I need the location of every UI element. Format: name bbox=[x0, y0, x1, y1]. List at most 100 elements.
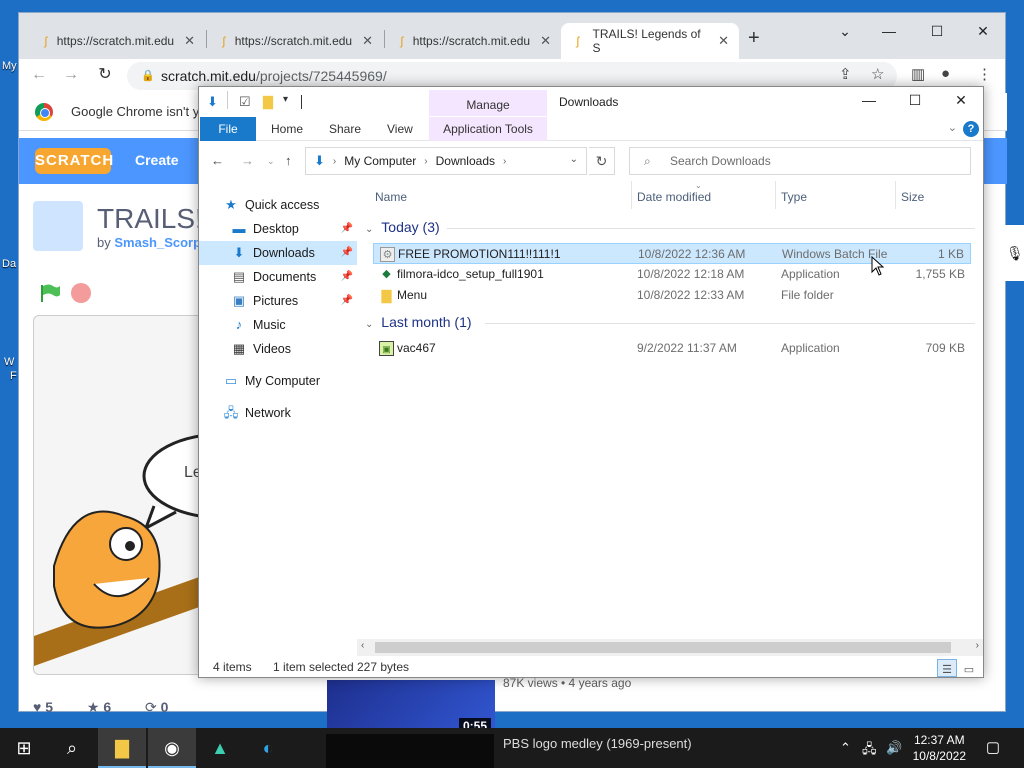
minimize-button[interactable]: — bbox=[857, 92, 881, 108]
pin-icon[interactable]: 📌 bbox=[341, 217, 353, 241]
reload-button[interactable]: ↻ bbox=[95, 65, 115, 85]
lock-icon[interactable]: 🔒 bbox=[141, 62, 155, 90]
forward-button[interactable]: → bbox=[61, 65, 81, 85]
desktop-label[interactable]: W bbox=[4, 356, 14, 368]
download-arrow-icon[interactable]: ⬇ bbox=[207, 94, 218, 110]
notification-icon[interactable]: ▢ bbox=[986, 738, 1000, 756]
new-tab-button[interactable]: + bbox=[748, 27, 760, 50]
green-flag-icon[interactable] bbox=[39, 283, 61, 303]
edge-icon[interactable]: ◐ bbox=[244, 728, 292, 768]
close-tab-icon[interactable]: ✕ bbox=[362, 33, 373, 49]
close-window-button[interactable]: ✕ bbox=[949, 92, 973, 109]
scratch-logo[interactable]: SCRATCH bbox=[35, 148, 113, 174]
address-dropdown-icon[interactable]: ⌄ bbox=[570, 154, 578, 165]
nav-desktop[interactable]: ▬ Desktop 📌 bbox=[199, 217, 357, 241]
browser-tab[interactable]: ʃ https://scratch.mit.edu ✕ bbox=[389, 23, 561, 59]
large-icons-view-icon[interactable]: ▭ bbox=[959, 659, 979, 677]
tab-view[interactable]: View bbox=[379, 117, 421, 141]
browser-tab-active[interactable]: ʃ TRAILS! Legends of S ✕ bbox=[561, 23, 739, 59]
side-panel-icon[interactable]: ▥ bbox=[911, 65, 925, 83]
help-icon[interactable]: ? bbox=[963, 121, 979, 137]
group-header[interactable]: ⌄ Last month (1) bbox=[365, 314, 472, 330]
volume-icon[interactable]: 🔊 bbox=[886, 740, 902, 756]
new-folder-icon[interactable]: ▇ bbox=[263, 94, 273, 110]
desktop-label[interactable]: F bbox=[10, 370, 17, 382]
pin-icon[interactable]: 📌 bbox=[341, 241, 353, 265]
collapse-chevron-icon[interactable]: ⌄ bbox=[365, 319, 373, 330]
column-size[interactable]: Size bbox=[901, 190, 924, 204]
nav-my-computer[interactable]: ▭ My Computer bbox=[199, 369, 357, 393]
project-thumbnail[interactable] bbox=[33, 201, 83, 251]
desktop-label[interactable]: Da bbox=[2, 258, 16, 270]
breadcrumb-item[interactable]: My Computer bbox=[344, 154, 416, 168]
bookmark-star-icon[interactable]: ☆ bbox=[871, 65, 884, 83]
desktop-label[interactable]: My bbox=[2, 60, 17, 72]
file-row[interactable]: ▇ Menu 10/8/2022 12:33 AM File folder bbox=[373, 285, 971, 306]
start-windows-icon[interactable]: ⊞ bbox=[0, 728, 48, 768]
video-title[interactable]: PBS logo medley (1969-present) bbox=[503, 736, 692, 751]
breadcrumb[interactable]: ⬇ › My Computer › Downloads › ⌄ bbox=[305, 147, 587, 175]
close-tab-icon[interactable]: ✕ bbox=[184, 33, 195, 49]
microphone-icon[interactable]: 🎙 bbox=[1006, 245, 1024, 262]
nav-network[interactable]: 🖧 Network bbox=[199, 401, 357, 425]
tab-file[interactable]: File bbox=[200, 117, 256, 141]
refresh-button[interactable]: ↻ bbox=[589, 147, 615, 175]
nav-music[interactable]: ♪ Music bbox=[199, 313, 357, 337]
author-link[interactable]: Smash_Scorp bbox=[114, 235, 201, 250]
network-tray-icon[interactable]: 🖧 bbox=[862, 740, 877, 762]
search-input[interactable]: ⌕ Search Downloads bbox=[629, 147, 971, 175]
tab-share[interactable]: Share bbox=[321, 117, 369, 141]
file-explorer-icon[interactable]: ▇ bbox=[98, 728, 146, 768]
column-date-modified[interactable]: Date modified bbox=[637, 190, 711, 204]
tab-application-tools[interactable]: Application Tools bbox=[429, 117, 547, 141]
browser-tab[interactable]: ʃ https://scratch.mit.edu ✕ bbox=[211, 23, 383, 59]
breadcrumb-item[interactable]: Downloads bbox=[436, 154, 495, 168]
collapse-chevron-icon[interactable]: ⌄ bbox=[365, 224, 373, 235]
video-thumbnail[interactable] bbox=[326, 734, 494, 768]
column-type[interactable]: Type bbox=[781, 190, 807, 204]
scrollbar-thumb[interactable] bbox=[375, 642, 951, 653]
stop-sign-icon[interactable] bbox=[71, 283, 91, 303]
details-view-icon[interactable]: ☰ bbox=[937, 659, 957, 677]
customize-qat-icon[interactable]: ▾ bbox=[283, 94, 288, 105]
nav-videos[interactable]: ▦ Videos bbox=[199, 337, 357, 361]
show-hidden-icons[interactable]: ⌃ bbox=[840, 740, 851, 756]
browser-tab[interactable]: ʃ https://scratch.mit.edu ✕ bbox=[33, 23, 205, 59]
close-window-button[interactable]: ✕ bbox=[971, 19, 995, 43]
profile-avatar-icon[interactable]: ● bbox=[941, 65, 950, 82]
nav-downloads[interactable]: ⬇ Downloads 📌 bbox=[199, 241, 357, 265]
back-arrow-icon[interactable]: ← bbox=[211, 153, 224, 168]
pin-icon[interactable]: 📌 bbox=[341, 265, 353, 289]
nav-pictures[interactable]: ▣ Pictures 📌 bbox=[199, 289, 357, 313]
share-icon[interactable]: ⇪ bbox=[839, 65, 852, 83]
favorite-count[interactable]: ★ 6 bbox=[87, 699, 111, 715]
maximize-button[interactable]: ☐ bbox=[903, 92, 927, 109]
up-arrow-icon[interactable]: ↑ bbox=[285, 153, 292, 168]
file-row[interactable]: ▣ vac467 9/2/2022 11:37 AM Application 7… bbox=[373, 338, 971, 359]
column-name[interactable]: Name bbox=[375, 190, 407, 204]
nav-quick-access[interactable]: ★ Quick access bbox=[199, 193, 357, 217]
clock[interactable]: 12:37 AM 10/8/2022 bbox=[913, 732, 966, 764]
manage-context-tab[interactable]: Manage bbox=[429, 90, 547, 116]
tab-home[interactable]: Home bbox=[263, 117, 311, 141]
maximize-button[interactable]: ☐ bbox=[925, 19, 949, 43]
group-header[interactable]: ⌄ Today (3) bbox=[365, 219, 440, 235]
forward-arrow-icon[interactable]: → bbox=[241, 153, 254, 168]
scroll-right-icon[interactable]: › bbox=[976, 640, 979, 651]
horizontal-scrollbar[interactable]: ‹ › bbox=[357, 639, 983, 656]
back-button[interactable]: ← bbox=[29, 65, 49, 85]
scroll-left-icon[interactable]: ‹ bbox=[361, 640, 364, 651]
chrome-icon[interactable]: ◉ bbox=[148, 728, 196, 768]
close-tab-icon[interactable]: ✕ bbox=[540, 33, 551, 49]
minimize-button[interactable]: — bbox=[877, 19, 901, 43]
pin-icon[interactable]: 📌 bbox=[341, 289, 353, 313]
create-link[interactable]: Create bbox=[135, 152, 179, 168]
close-tab-icon[interactable]: ✕ bbox=[718, 33, 729, 49]
recent-locations-icon[interactable]: ⌄ bbox=[267, 156, 275, 167]
menu-kebab-icon[interactable]: ⋮ bbox=[977, 65, 992, 83]
remix-count[interactable]: ⟳ 0 bbox=[145, 699, 168, 715]
love-count[interactable]: ♥ 5 bbox=[33, 699, 53, 715]
nav-documents[interactable]: ▤ Documents 📌 bbox=[199, 265, 357, 289]
search-icon[interactable]: ⌕ bbox=[48, 728, 96, 768]
app-icon[interactable]: ▲ bbox=[196, 728, 244, 768]
